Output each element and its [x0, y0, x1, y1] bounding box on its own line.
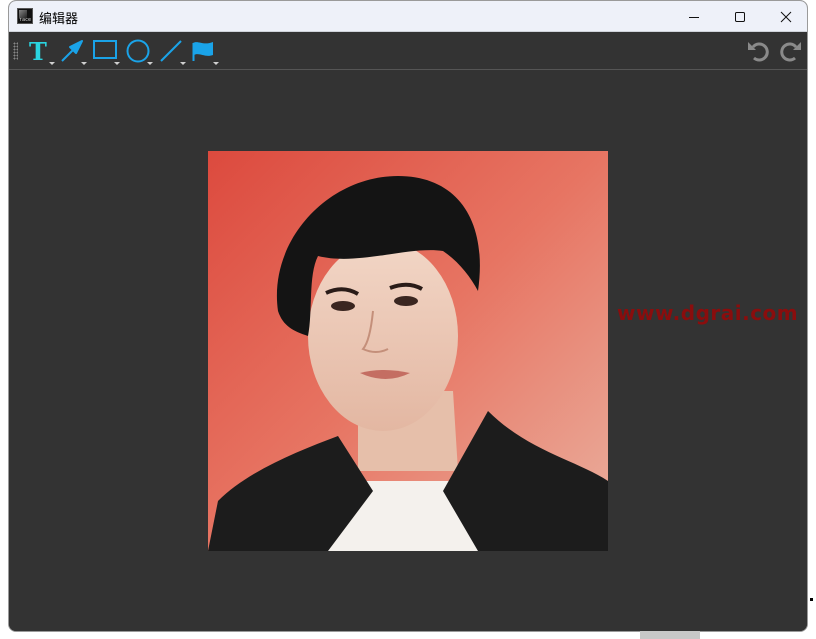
maximize-button[interactable]: [717, 1, 763, 32]
arrow-tool-button[interactable]: [57, 36, 89, 66]
close-button[interactable]: [763, 1, 807, 32]
chevron-down-icon[interactable]: [49, 62, 55, 65]
rectangle-icon: [93, 40, 117, 59]
minimize-button[interactable]: [671, 1, 717, 32]
line-icon: [160, 40, 182, 62]
stray-dot: [810, 598, 813, 601]
watermark-text: www.dgrai.com: [617, 301, 799, 325]
chevron-down-icon[interactable]: [114, 62, 120, 65]
text-tool-button[interactable]: T: [25, 36, 57, 66]
toolbar-grip-handle[interactable]: [13, 42, 18, 60]
ellipse-icon: [126, 39, 150, 63]
line-tool-button[interactable]: [156, 36, 188, 66]
chevron-down-icon[interactable]: [81, 62, 87, 65]
chevron-down-icon[interactable]: [147, 62, 153, 65]
portrait-illustration: [208, 151, 608, 551]
redo-button[interactable]: [776, 35, 807, 65]
app-icon-label: face: [19, 17, 32, 23]
rectangle-tool-button[interactable]: [90, 36, 122, 66]
chevron-down-icon[interactable]: [213, 62, 219, 65]
app-icon: face: [17, 8, 33, 24]
text-tool-glyph: T: [29, 38, 47, 64]
redo-icon: [780, 42, 801, 62]
close-icon: [780, 11, 792, 22]
undo-icon: [748, 42, 769, 62]
portrait-photo[interactable]: [208, 151, 608, 551]
ellipse-tool-button[interactable]: [123, 36, 155, 66]
title-bar[interactable]: face 编辑器: [9, 1, 807, 32]
editor-canvas[interactable]: www.dgrai.com: [9, 71, 807, 631]
maximize-icon: [735, 11, 745, 22]
text-T-icon: T: [29, 38, 47, 64]
arrow-icon: [61, 40, 83, 62]
background-window-edge: [640, 631, 700, 639]
toolbar: T: [9, 32, 807, 70]
flag-tool-button[interactable]: [189, 36, 221, 66]
undo-button[interactable]: [743, 35, 775, 65]
editor-window: face 编辑器 T www.dgrai.com: [8, 0, 808, 632]
minimize-icon: [689, 16, 699, 18]
window-title: 编辑器: [39, 12, 79, 27]
chevron-down-icon[interactable]: [180, 62, 186, 65]
flag-icon: [192, 42, 213, 61]
